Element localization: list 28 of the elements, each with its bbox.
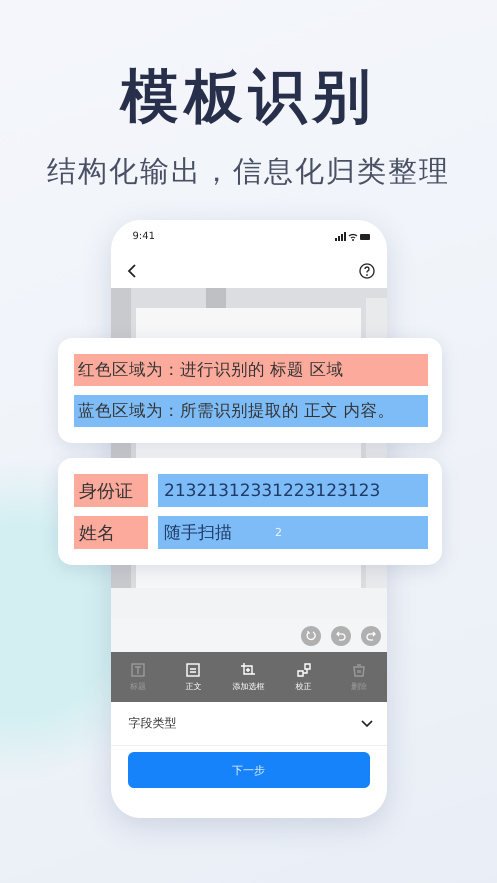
correct-icon bbox=[296, 662, 312, 678]
undo-icon bbox=[334, 630, 346, 642]
help-icon[interactable] bbox=[358, 262, 374, 278]
field-label: 姓名 bbox=[74, 516, 148, 549]
trash-icon bbox=[350, 662, 367, 678]
subheadline: 结构化输出，信息化归类整理 bbox=[47, 153, 450, 190]
tool-button[interactable]: 添加选框 bbox=[222, 662, 274, 692]
headline: 模板识别 bbox=[120, 61, 376, 132]
redo-icon bbox=[364, 630, 376, 642]
lines-icon bbox=[185, 662, 202, 678]
field-value-text: 随手扫描 bbox=[164, 522, 232, 544]
next-button[interactable]: 下一步 bbox=[128, 752, 370, 788]
status-time: 9:41 bbox=[132, 231, 155, 242]
back-icon[interactable] bbox=[126, 264, 136, 278]
legend-text: 红色区域为：进行识别的 标题 区域 bbox=[78, 359, 344, 381]
undo-button[interactable] bbox=[330, 626, 350, 646]
rotate-button[interactable] bbox=[300, 626, 320, 646]
rotate-icon bbox=[304, 630, 316, 642]
region-marker: 2 bbox=[275, 526, 282, 539]
legend-text: 蓝色区域为：所需识别提取的 正文 内容。 bbox=[78, 400, 394, 422]
status-icons bbox=[334, 232, 370, 242]
tool-button[interactable]: 校正 bbox=[278, 662, 330, 692]
field-value-text: 21321312331223123123 bbox=[164, 480, 380, 500]
tool-button[interactable]: 正文 bbox=[167, 662, 220, 692]
text-icon bbox=[130, 662, 146, 678]
redo-button[interactable] bbox=[360, 626, 380, 646]
field-label: 身份证 bbox=[74, 474, 148, 507]
field-type-dropdown[interactable]: 字段类型 bbox=[110, 702, 386, 746]
